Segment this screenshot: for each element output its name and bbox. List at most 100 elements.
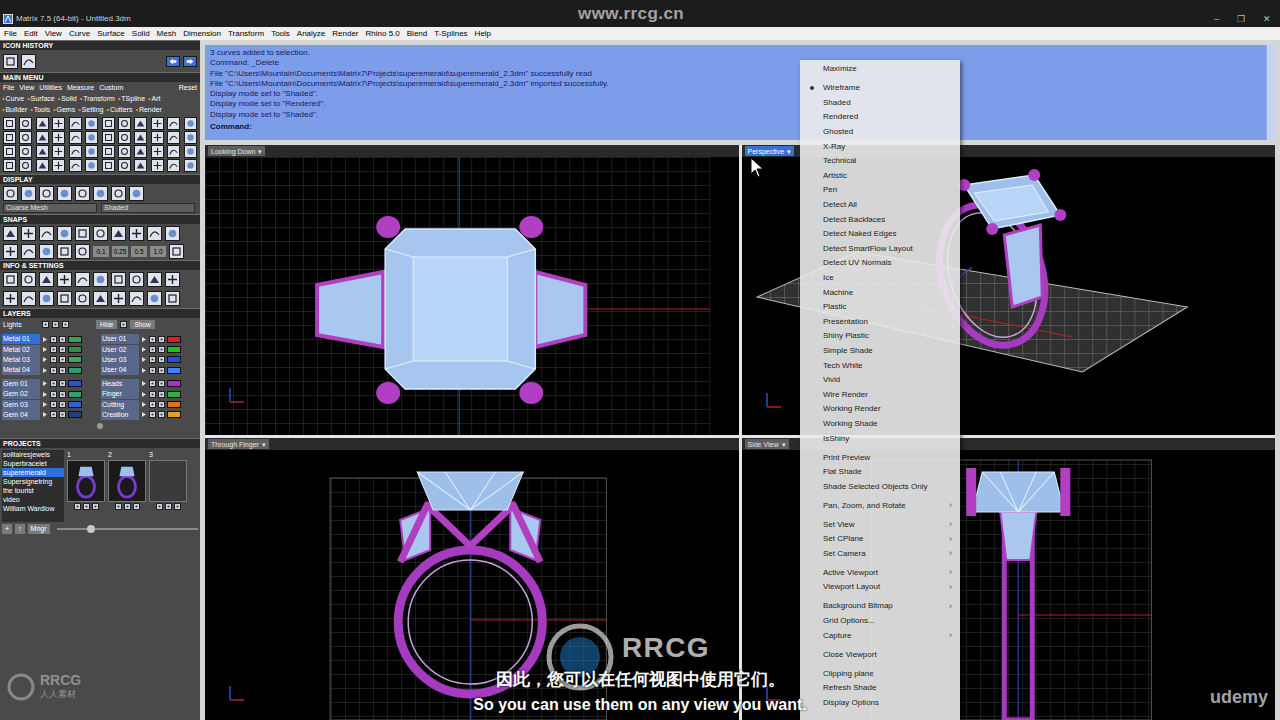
context-menu-item[interactable]: Print Preview (800, 450, 960, 465)
context-menu-item[interactable]: Grid Options... (800, 614, 960, 629)
layer-name[interactable]: Heads (101, 379, 139, 389)
lock-icon[interactable] (158, 391, 165, 398)
main-menu-item[interactable]: Utilities (39, 84, 62, 91)
square-tool-icon[interactable] (57, 291, 72, 306)
context-menu-item[interactable]: Shiny Plastic (800, 329, 960, 344)
curve-tool-icon[interactable] (167, 117, 180, 130)
visibility-icon[interactable] (149, 346, 156, 353)
context-menu-item[interactable]: Wireframe (800, 81, 960, 96)
sphere-tool-icon[interactable] (39, 244, 54, 259)
lock-icon[interactable] (158, 356, 165, 363)
visibility-icon[interactable] (149, 411, 156, 418)
visibility-icon[interactable] (149, 336, 156, 343)
layer-name[interactable]: Gem 03 (2, 400, 40, 410)
zoom-slider-track[interactable] (57, 528, 198, 530)
viewport-label-button[interactable]: Through Finger▾ (208, 439, 269, 449)
menu-item[interactable]: View (45, 30, 62, 38)
layer-row[interactable]: User 03 (101, 355, 198, 365)
sphere-tool-icon[interactable] (57, 186, 72, 201)
context-menu-item[interactable]: Active Viewport› (800, 566, 960, 581)
expand-arrow-icon[interactable] (141, 391, 147, 398)
circle-tool-icon[interactable] (129, 272, 144, 287)
menu-item[interactable]: Rhino 5.0 (366, 30, 400, 38)
expand-arrow-icon[interactable] (42, 391, 48, 398)
square-tool-icon[interactable] (57, 244, 72, 259)
context-menu-item[interactable]: Vivid (800, 373, 960, 388)
delete-icon[interactable] (174, 503, 181, 510)
layer-row[interactable]: Gem 04 (2, 410, 99, 420)
menu-item[interactable]: Curve (69, 30, 90, 38)
context-menu-item[interactable]: Detect UV Normals (800, 256, 960, 271)
context-menu-item[interactable]: Technical (800, 154, 960, 169)
expand-arrow-icon[interactable] (42, 367, 48, 374)
context-menu-item[interactable]: Plastic (800, 300, 960, 315)
layer-name[interactable]: Gem 01 (2, 379, 40, 389)
sphere-tool-icon[interactable] (39, 291, 54, 306)
project-item[interactable]: superemerald (2, 468, 64, 477)
sphere-tool-icon[interactable] (129, 186, 144, 201)
layer-color-swatch[interactable] (167, 391, 181, 398)
context-menu-item[interactable]: X-Ray (800, 139, 960, 154)
expand-arrow-icon[interactable] (141, 380, 147, 387)
snap-value-field[interactable]: 1.0 (150, 246, 166, 257)
visibility-icon[interactable] (50, 367, 57, 374)
layer-name[interactable]: Metal 04 (2, 365, 40, 375)
circle-tool-icon[interactable] (75, 291, 90, 306)
sphere-tool-icon[interactable] (184, 117, 197, 130)
context-menu-item[interactable]: Rendered (800, 110, 960, 125)
visibility-icon[interactable] (50, 356, 57, 363)
expand-arrow-icon[interactable] (42, 356, 48, 363)
plus-tool-icon[interactable] (151, 117, 164, 130)
context-menu-item[interactable]: Working Render (800, 402, 960, 417)
curve-tool-icon[interactable] (21, 291, 36, 306)
viewport-label-button[interactable]: Side View▾ (745, 439, 789, 449)
square-tool-icon[interactable] (3, 145, 16, 158)
ring-thumbnail-icon[interactable] (108, 460, 146, 502)
context-menu-item[interactable]: Close Viewport (800, 647, 960, 662)
forward-arrow-icon[interactable] (183, 56, 197, 67)
delete-icon[interactable] (92, 503, 99, 510)
curve-tool-icon[interactable] (69, 159, 82, 172)
circle-tool-icon[interactable] (75, 244, 90, 259)
expand-arrow-icon[interactable] (141, 336, 147, 343)
layer-name[interactable]: User 04 (101, 365, 139, 375)
layer-name[interactable]: Metal 02 (2, 345, 40, 355)
layer-color-swatch[interactable] (68, 367, 82, 374)
plus-tool-icon[interactable] (52, 159, 65, 172)
expand-arrow-icon[interactable] (42, 411, 48, 418)
circle-tool-icon[interactable] (39, 186, 54, 201)
layer-color-swatch[interactable] (68, 380, 82, 387)
plus-tool-icon[interactable] (165, 272, 180, 287)
mesh-dropdown[interactable]: Coarse Mesh (3, 203, 97, 213)
visibility-icon[interactable] (149, 380, 156, 387)
circle-tool-icon[interactable] (118, 159, 131, 172)
layer-color-swatch[interactable] (167, 401, 181, 408)
visibility-icon[interactable] (50, 401, 57, 408)
category-tab[interactable]: •Builder (2, 106, 27, 113)
sphere-tool-icon[interactable] (184, 131, 197, 144)
context-menu-item[interactable]: Pen (800, 183, 960, 198)
curve-tool-icon[interactable] (75, 272, 90, 287)
menu-item[interactable]: Edit (24, 30, 38, 38)
save-icon[interactable] (83, 503, 90, 510)
expand-arrow-icon[interactable] (42, 336, 48, 343)
plus-tool-icon[interactable] (52, 117, 65, 130)
curve-tool-icon[interactable] (147, 226, 162, 241)
circle-tool-icon[interactable] (19, 117, 32, 130)
layer-row[interactable]: Gem 02 (2, 389, 99, 399)
circle-tool-icon[interactable] (21, 272, 36, 287)
layer-row[interactable]: Heads (101, 379, 198, 389)
save-icon[interactable] (124, 503, 131, 510)
project-item[interactable]: William Wardlow (2, 504, 64, 513)
lock-icon[interactable] (59, 380, 66, 387)
curve-tool-icon[interactable] (69, 145, 82, 158)
triangle-tool-icon[interactable] (134, 117, 147, 130)
curve-tool-icon[interactable] (39, 226, 54, 241)
context-menu-item[interactable]: Capture› (800, 628, 960, 643)
project-item[interactable]: Superbracelet (2, 459, 64, 468)
panel-header[interactable]: INFO & SETTINGS (0, 260, 200, 270)
layer-name[interactable]: Gem 02 (2, 389, 40, 399)
expand-arrow-icon[interactable] (42, 380, 48, 387)
window-control-button[interactable]: – (1205, 15, 1228, 24)
context-menu-item[interactable]: Ghosted (800, 125, 960, 140)
